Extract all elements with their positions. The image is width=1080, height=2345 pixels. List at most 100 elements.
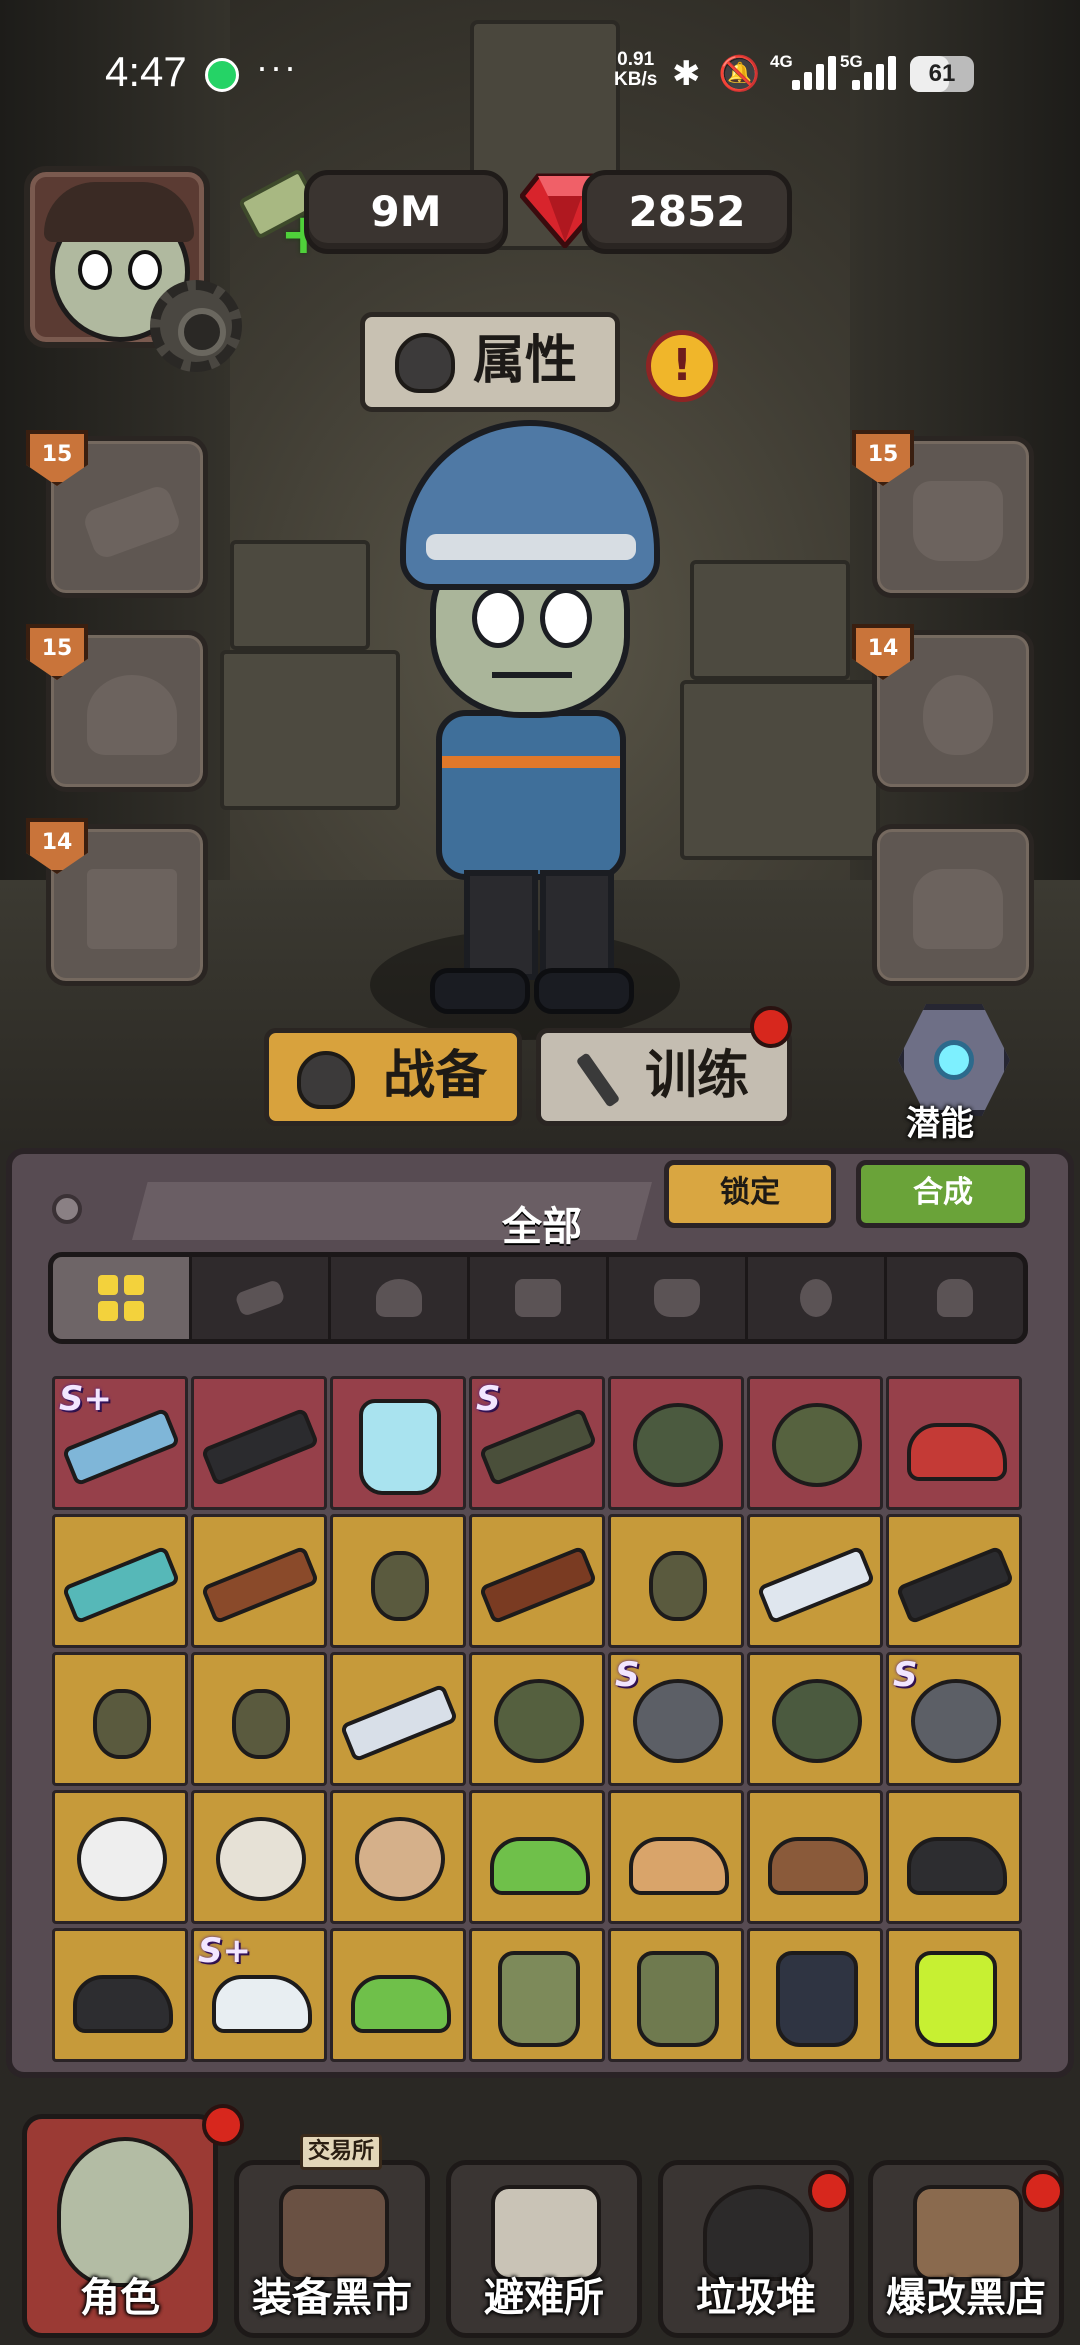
hood-icon [297, 1051, 355, 1109]
inventory-slot[interactable] [52, 1928, 188, 2062]
potential-label: 潜能 [906, 1104, 974, 1144]
player-character [380, 420, 680, 1020]
nav-shelter[interactable]: 避难所 [446, 2160, 642, 2338]
nav-role-label: 角色 [80, 2275, 160, 2321]
inventory-slot[interactable] [52, 1652, 188, 1786]
tab-equipment[interactable]: 战备 [264, 1028, 522, 1126]
avatar-eye-right [128, 250, 162, 290]
nav-black-market[interactable]: 装备黑市 [234, 2160, 430, 2338]
pants-icon [515, 1279, 561, 1317]
inventory-slot[interactable] [747, 1790, 883, 1924]
inventory-slot[interactable] [886, 1514, 1022, 1648]
inventory-slot[interactable] [886, 1790, 1022, 1924]
inventory-slot[interactable] [330, 1376, 466, 1510]
hood-icon [395, 333, 455, 393]
training-notification-dot [750, 1006, 792, 1048]
inventory-slot[interactable] [191, 1514, 327, 1648]
helmet-icon [376, 1279, 422, 1317]
inventory-slot[interactable]: S [469, 1376, 605, 1510]
inventory-item-icon [776, 1951, 858, 2047]
inventory-item-icon [93, 1689, 151, 1759]
rarity-tag: S [476, 1379, 501, 1419]
inventory-slot[interactable] [191, 1790, 327, 1924]
inventory-slot[interactable] [469, 1928, 605, 2062]
screw-icon [52, 1194, 82, 1224]
inventory-slot[interactable] [469, 1790, 605, 1924]
inventory-item-icon [637, 1951, 719, 2047]
inventory-item-icon [768, 1837, 868, 1895]
inventory-slot[interactable] [330, 1514, 466, 1648]
rarity-tag: S [615, 1655, 640, 1695]
inventory-slot[interactable] [52, 1790, 188, 1924]
settings-gear-icon[interactable] [150, 280, 242, 372]
inventory-slot[interactable] [747, 1514, 883, 1648]
inventory-item-icon [216, 1817, 306, 1901]
inventory-slot[interactable] [52, 1514, 188, 1648]
inventory-item-icon [633, 1403, 723, 1487]
inventory-slot[interactable] [886, 1928, 1022, 2062]
inventory-slot[interactable] [886, 1376, 1022, 1510]
inventory-item-icon [772, 1403, 862, 1487]
mute-icon: 🔕 [718, 55, 761, 93]
tab-training[interactable]: 训练 [536, 1028, 792, 1126]
inventory-slot[interactable] [747, 1376, 883, 1510]
inventory-slot[interactable] [330, 1928, 466, 2062]
filter-all[interactable] [53, 1257, 192, 1339]
rarity-tag: S+ [198, 1931, 251, 1971]
gun-icon [234, 1278, 286, 1318]
potential-button[interactable]: 潜能 [888, 1000, 1028, 1150]
nav-mod-shop-label: 爆改黑店 [886, 2275, 1046, 2321]
inventory-item-icon [77, 1817, 167, 1901]
backpack-silhouette-icon [913, 869, 1003, 949]
inventory-slot[interactable]: S+ [52, 1376, 188, 1510]
inventory-slot[interactable] [191, 1376, 327, 1510]
lock-button[interactable]: 锁定 [664, 1160, 836, 1228]
inventory-slot[interactable] [469, 1652, 605, 1786]
cash-amount: 9M [304, 170, 508, 254]
inventory-slot[interactable] [608, 1514, 744, 1648]
inventory-slot[interactable] [747, 1928, 883, 2062]
inventory-item-icon [911, 1679, 1001, 1763]
pants-silhouette-icon [87, 869, 177, 949]
inventory-slot[interactable] [608, 1376, 744, 1510]
filter-helmets[interactable] [331, 1257, 470, 1339]
mask-silhouette-icon [923, 675, 993, 755]
status-bar: 4:47 ··· 0.91 KB/s ✱ 🔕 4G 5G 61 [0, 40, 1080, 110]
avatar-hair [44, 182, 194, 242]
filter-backpacks[interactable] [887, 1257, 1023, 1339]
backpack-icon [937, 1279, 973, 1317]
inventory-item-icon [73, 1975, 173, 2033]
nav-role[interactable]: 角色 [22, 2114, 218, 2338]
inventory-slot[interactable]: S [608, 1652, 744, 1786]
filter-masks[interactable] [748, 1257, 887, 1339]
inventory-slot[interactable]: S+ [191, 1928, 327, 2062]
tab-training-label: 训练 [645, 1046, 750, 1106]
grid-icon [98, 1275, 144, 1321]
inventory-slot[interactable] [608, 1928, 744, 2062]
inventory-slot[interactable] [191, 1652, 327, 1786]
attributes-button[interactable]: 属性 [360, 312, 620, 412]
inventory-slot[interactable] [330, 1790, 466, 1924]
filter-armor[interactable] [609, 1257, 748, 1339]
filter-pants[interactable] [470, 1257, 609, 1339]
bottom-navigation: 角色 装备黑市 避难所 垃圾堆 爆改黑店 [0, 2090, 1080, 2345]
inventory-slot[interactable]: S [886, 1652, 1022, 1786]
inventory-item-icon [351, 1975, 451, 2033]
inventory-item-icon [915, 1951, 997, 2047]
slot-backpack[interactable] [872, 824, 1034, 986]
craft-button[interactable]: 合成 [856, 1160, 1030, 1228]
inventory-grid: S+ S S S S+ [52, 1376, 1025, 2068]
inventory-slot[interactable] [330, 1652, 466, 1786]
trade-house-sign: 交易所 [300, 2134, 382, 2170]
filter-weapons[interactable] [192, 1257, 331, 1339]
alert-icon[interactable]: ! [646, 330, 718, 402]
inventory-item-icon [629, 1837, 729, 1895]
battery-icon: 61 [910, 56, 974, 92]
inventory-item-icon [339, 1683, 459, 1763]
inventory-slot[interactable] [747, 1652, 883, 1786]
role-notification-dot [202, 2104, 244, 2146]
inventory-slot[interactable] [608, 1790, 744, 1924]
inventory-slot[interactable] [469, 1514, 605, 1648]
inventory-item-icon [371, 1551, 429, 1621]
clock: 4:47 [105, 48, 187, 95]
